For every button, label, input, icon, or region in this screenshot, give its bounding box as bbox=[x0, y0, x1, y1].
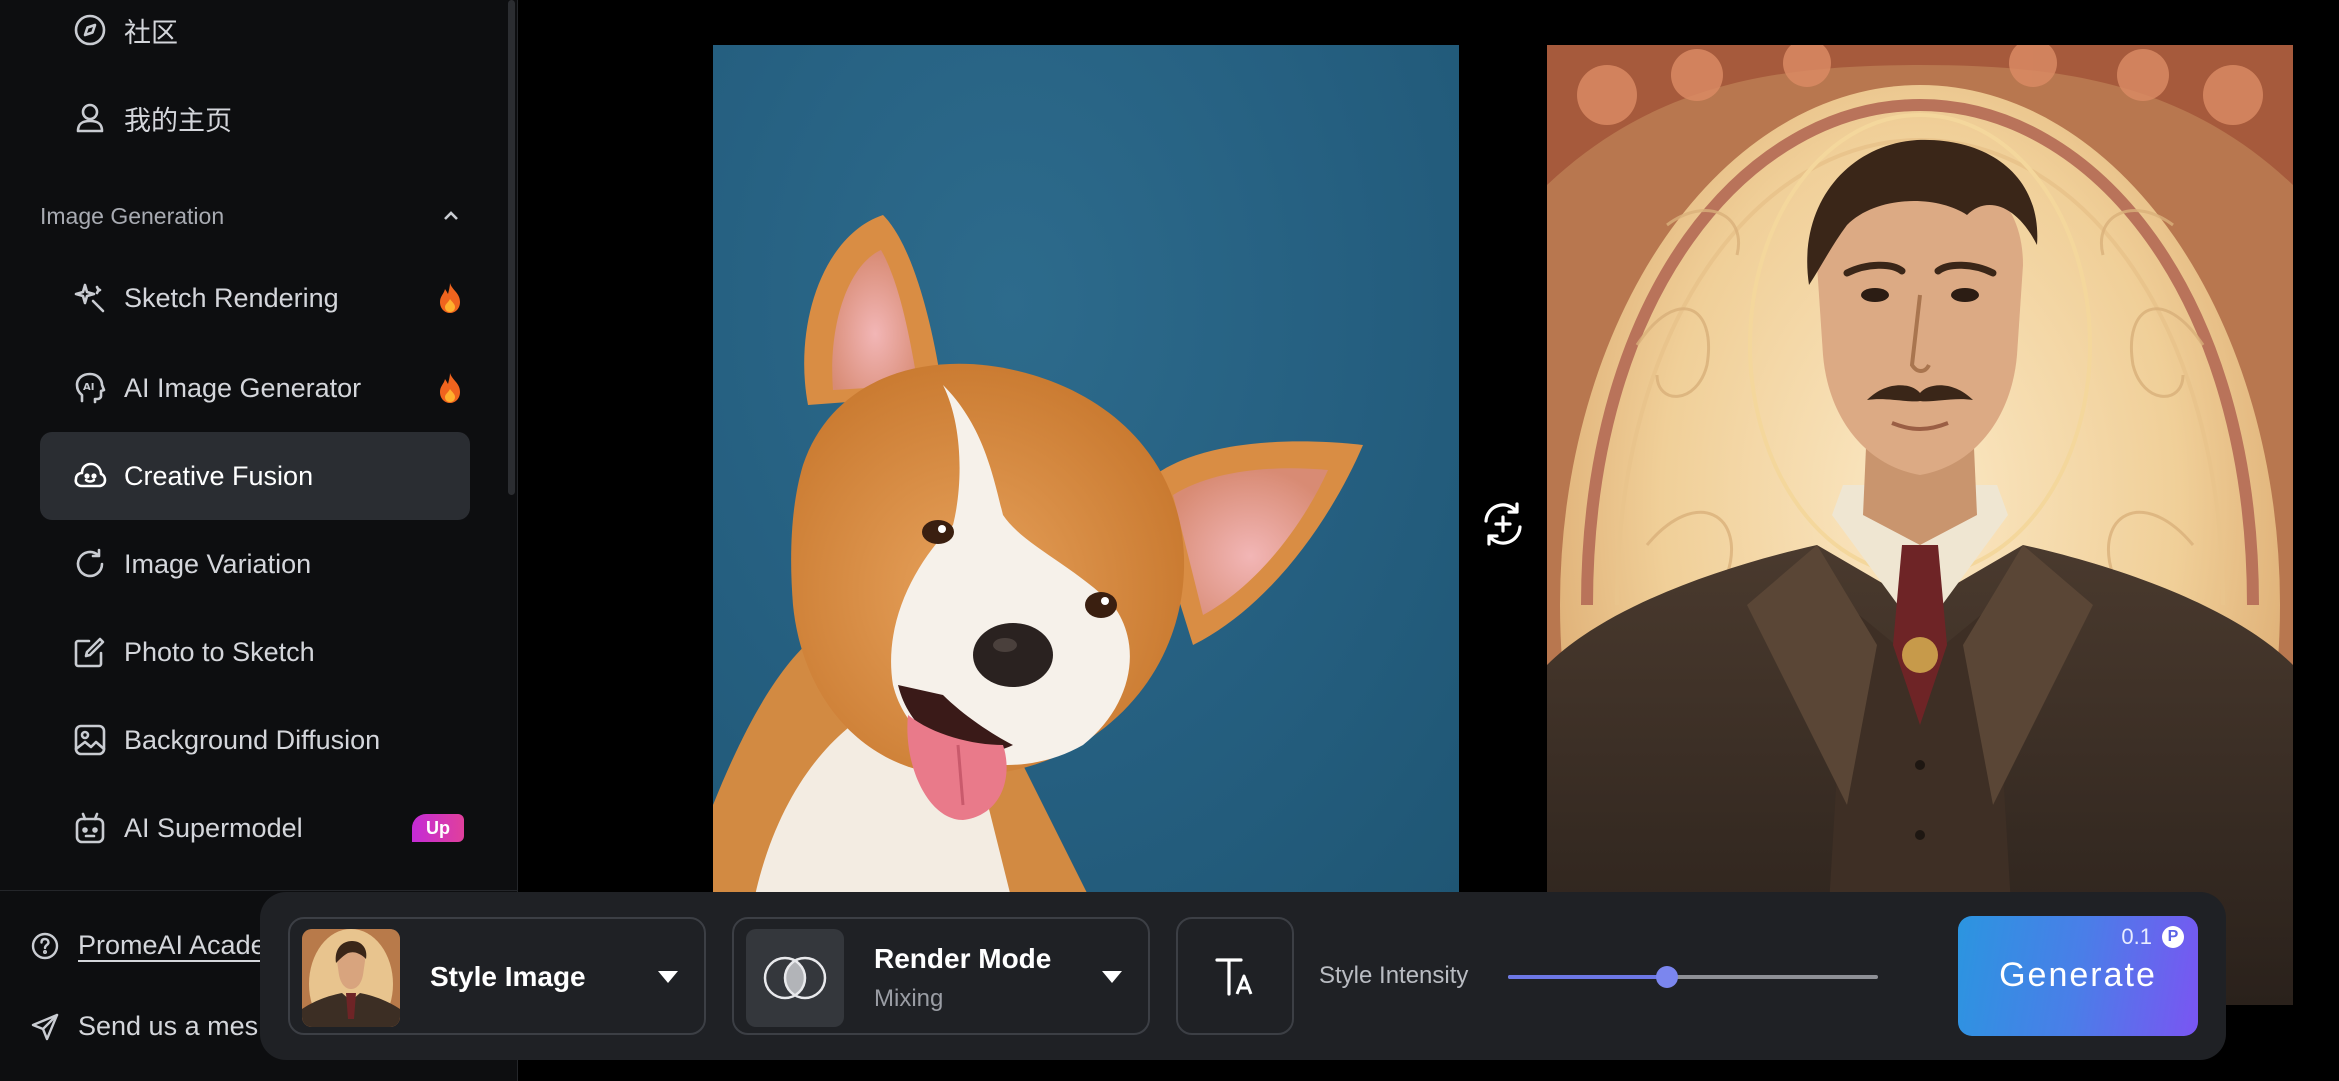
sidebar-item-label: Image Variation bbox=[124, 548, 312, 579]
style-reference-image[interactable] bbox=[1547, 45, 2293, 1005]
academy-link-label: PromeAI Acade bbox=[78, 930, 266, 960]
sparkle-icon bbox=[70, 278, 110, 318]
send-icon bbox=[31, 1013, 59, 1040]
sidebar-item-background-diffusion[interactable]: Background Diffusion bbox=[40, 696, 470, 784]
chevron-down-icon bbox=[1102, 971, 1122, 983]
up-badge: Up bbox=[412, 814, 464, 842]
render-mode-label: Render Mode bbox=[874, 943, 1052, 974]
sidebar-item-sketch-rendering[interactable]: Sketch Rendering bbox=[40, 254, 470, 342]
compass-icon bbox=[70, 10, 110, 50]
sidebar-scrollbar[interactable] bbox=[508, 0, 515, 495]
sidebar-item-label: 社区 bbox=[124, 17, 178, 48]
swap-images-button[interactable] bbox=[1478, 499, 1528, 549]
cloud-face-icon bbox=[70, 456, 110, 496]
sidebar-item-community[interactable]: 社区 bbox=[40, 0, 470, 74]
sidebar-item-label: Sketch Rendering bbox=[124, 282, 339, 313]
sidebar-item-label: Creative Fusion bbox=[124, 460, 314, 491]
sidebar-item-ai-image-generator[interactable]: AI AI Image Generator bbox=[40, 344, 470, 432]
credit-coin-icon: P bbox=[2162, 926, 2184, 948]
user-icon bbox=[70, 98, 110, 138]
image-icon bbox=[70, 720, 110, 760]
chevron-down-icon bbox=[658, 971, 678, 983]
refresh-icon bbox=[70, 544, 110, 584]
sidebar-item-photo-to-sketch[interactable]: Photo to Sketch bbox=[40, 608, 470, 696]
swap-rotate-icon bbox=[1484, 502, 1522, 546]
source-image[interactable] bbox=[713, 45, 1459, 905]
slider-fill bbox=[1508, 975, 1668, 979]
edit-icon bbox=[70, 632, 110, 672]
sidebar-divider bbox=[0, 890, 518, 891]
sidebar-item-label: Background Diffusion bbox=[124, 724, 381, 755]
help-circle-icon bbox=[31, 932, 59, 959]
section-title: Image Generation bbox=[40, 202, 225, 229]
sidebar-item-label: AI Supermodel bbox=[124, 812, 303, 843]
style-image-selector[interactable]: Style Image bbox=[288, 917, 706, 1035]
text-format-icon bbox=[1215, 958, 1253, 996]
sidebar-item-label: 我的主页 bbox=[124, 105, 232, 136]
svg-text:AI: AI bbox=[83, 382, 94, 393]
corgi-photo bbox=[713, 215, 1363, 905]
credit-cost: 0.1 P bbox=[2121, 924, 2184, 950]
robot-icon bbox=[70, 808, 110, 848]
flame-icon bbox=[440, 283, 460, 313]
ai-head-icon: AI bbox=[70, 368, 110, 408]
generation-toolbar: Style Image Render Mode Mixing Style Int… bbox=[260, 892, 2226, 1060]
sidebar-link-academy[interactable]: PromeAI Acade bbox=[30, 930, 266, 961]
style-image-thumbnail bbox=[302, 929, 400, 1027]
sidebar-item-label: Photo to Sketch bbox=[124, 636, 315, 667]
generate-button[interactable]: 0.1 P Generate bbox=[1958, 916, 2198, 1036]
sidebar-item-creative-fusion[interactable]: Creative Fusion bbox=[40, 432, 470, 520]
send-message-label: Send us a mes bbox=[78, 1011, 259, 1041]
sidebar-item-ai-supermodel[interactable]: AI Supermodel Up bbox=[40, 784, 470, 872]
render-mode-value: Mixing bbox=[874, 985, 944, 1012]
blend-circles-icon bbox=[746, 929, 844, 1027]
generate-label: Generate bbox=[1999, 956, 2157, 994]
chevron-up-icon bbox=[444, 211, 458, 220]
sidebar-item-my-profile[interactable]: 我的主页 bbox=[40, 74, 470, 162]
sidebar-link-send-message[interactable]: Send us a mes bbox=[30, 1011, 258, 1042]
art-nouveau-gentleman bbox=[1547, 45, 2293, 1005]
text-prompt-button[interactable] bbox=[1176, 917, 1294, 1035]
section-image-generation[interactable]: Image Generation bbox=[40, 196, 470, 236]
style-intensity-slider[interactable] bbox=[1508, 957, 1878, 997]
slider-knob[interactable] bbox=[1656, 966, 1679, 988]
flame-icon bbox=[440, 373, 460, 403]
sidebar-item-label: AI Image Generator bbox=[124, 372, 362, 403]
sidebar-item-image-variation[interactable]: Image Variation bbox=[40, 520, 470, 608]
render-mode-selector[interactable]: Render Mode Mixing bbox=[732, 917, 1150, 1035]
style-image-label: Style Image bbox=[430, 961, 586, 992]
style-intensity-label: Style Intensity bbox=[1319, 962, 1469, 989]
credit-cost-value: 0.1 bbox=[2121, 924, 2152, 949]
